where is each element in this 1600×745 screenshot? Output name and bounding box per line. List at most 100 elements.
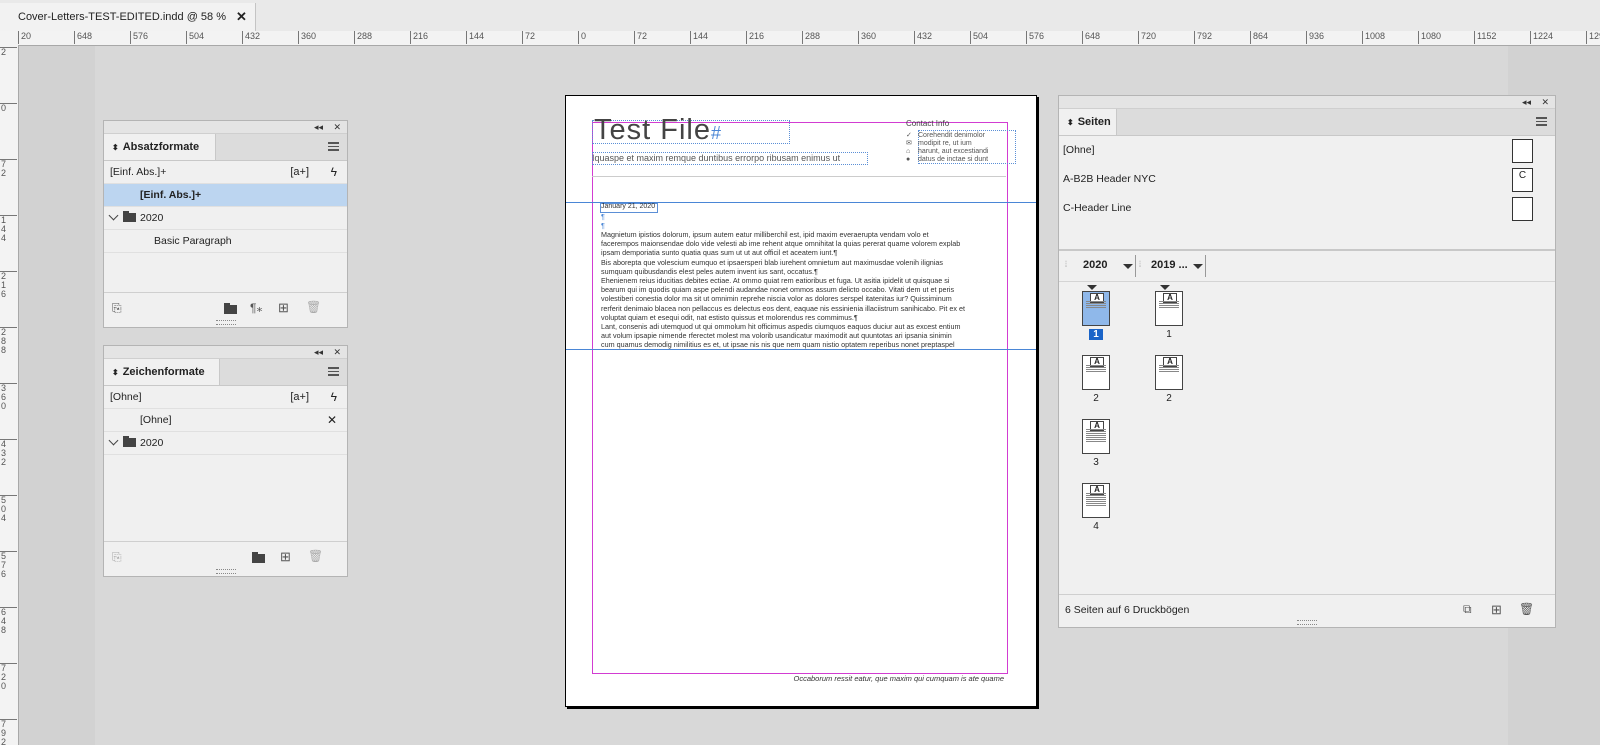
page-thumbnail[interactable]: A [1082,291,1110,326]
panel-menu-icon[interactable] [328,367,339,376]
panel-menu-icon[interactable] [1536,117,1547,126]
load-styles-icon[interactable]: ⎘ [112,550,122,565]
close-tab-icon[interactable]: ✕ [236,9,247,25]
master-item[interactable]: C-Header Line [1059,194,1555,223]
new-style-override-button[interactable]: [a+] [290,161,309,183]
ruler-tick-label: 0 [578,31,586,44]
ruler-tick-label: 576 [0,551,17,579]
dropdown-arrow-icon[interactable] [1123,264,1133,269]
list-item[interactable]: [Einf. Abs.]+ [104,184,347,207]
new-group-folder-icon[interactable] [252,552,265,564]
collapse-panel-icon[interactable]: ◂◂ [1522,96,1531,108]
master-item[interactable]: [Ohne] [1059,136,1555,165]
close-panel-icon[interactable]: ✕ [333,121,341,133]
list-item-group[interactable]: 2020 [104,432,347,455]
ruler-tick-label: 648 [1082,31,1100,44]
new-style-icon[interactable]: ⊞ [280,549,291,565]
current-style-label: [Einf. Abs.]+ [110,166,167,178]
page-title: Test File# [594,114,722,146]
quick-apply-lightning-icon[interactable]: ϟ [331,386,337,408]
page-thumbnail[interactable]: A [1082,355,1110,390]
vertical-ruler[interactable]: 2 0 72 144 216 288 360 432 504 576 648 720 792 [0,45,19,745]
ruler-tick-label: 504 [0,495,17,523]
ruler-tick-label: 1080 [1418,31,1441,44]
list-item[interactable]: [Ohne] ✕ [104,409,347,432]
tab-zeichenformate[interactable]: ⬍ Zeichenformate [104,359,220,385]
tab-absatzformate[interactable]: ⬍ Absatzformate [104,134,216,160]
document-tab-bar: Cover-Letters-TEST-EDITED.indd @ 58 % ✕ [0,0,1600,32]
section-2019-label[interactable]: 2019 ... [1151,259,1188,271]
tab-seiten[interactable]: ⬍ Seiten [1059,109,1117,135]
page-number-label: 2 [1093,393,1099,404]
current-style-row: [Einf. Abs.]+ [a+] ϟ [104,161,347,184]
resize-grip[interactable] [215,320,236,325]
master-thumbnail[interactable] [1512,139,1533,163]
section-2020-label[interactable]: 2020 [1083,259,1107,271]
delete-trash-icon[interactable]: 🗑 [308,549,323,563]
ruler-tick-label: 216 [0,271,17,299]
quick-apply-lightning-icon[interactable]: ϟ [331,161,337,183]
ruler-tick-label: 504 [970,31,988,44]
collapse-panel-icon[interactable]: ◂◂ [314,121,323,133]
master-thumbnail[interactable] [1512,197,1533,221]
spread-marker-icon [1160,285,1170,290]
letter-body[interactable]: Magnietum ipistios dolorum, ipsum autem … [601,230,1001,350]
page-thumbnail[interactable]: A [1155,355,1183,390]
new-page-icon[interactable]: ⊞ [1491,602,1502,618]
ruler-tick-label: 72 [0,159,17,178]
new-style-icon[interactable]: ⊞ [278,300,289,316]
master-item[interactable]: A-B2B Header NYC C [1059,165,1555,194]
letter-date: January 21, 2020 [601,203,656,210]
document-page[interactable]: Test File# Iquaspe et maxim remque dunti… [565,95,1037,707]
close-panel-icon[interactable]: ✕ [1541,96,1549,108]
ruler-tick-label: 648 [74,31,92,44]
chevron-down-icon[interactable] [108,210,119,221]
ruler-tick-label: 432 [242,31,260,44]
guide-line-bottom[interactable] [566,349,1036,350]
horizontal-ruler[interactable]: 20 648 576 504 432 360 288 216 144 72 0 72 144 216 288… [0,31,1600,46]
ruler-tick-label: 648 [0,607,17,635]
body-line: Magnietum ipistios dolorum, ipsum autem … [601,230,929,239]
panel-menu-icon[interactable] [328,142,339,151]
page-thumbnail[interactable]: A [1155,291,1183,326]
master-thumbnail[interactable]: C [1512,168,1533,192]
grip-icon: ⦙ [1139,259,1142,269]
close-panel-icon[interactable]: ✕ [333,346,341,358]
dropdown-arrow-icon[interactable] [1193,264,1203,269]
current-style-row: [Ohne] [a+] ϟ [104,386,347,409]
ruler-tick-label: 864 [1250,31,1268,44]
load-styles-icon[interactable]: ⎘ [112,301,122,316]
ruler-tick-label: 0 [0,103,17,113]
ruler-tick-label: 216 [410,31,428,44]
list-item[interactable]: Basic Paragraph [104,230,347,253]
delete-trash-icon[interactable]: 🗑 [306,300,321,314]
clear-overrides-icon[interactable]: ¶⁎ [250,301,262,315]
ruler-tick-label: 792 [1194,31,1212,44]
ruler-tick-label: 20 [18,31,31,44]
panel-header-strip: ◂◂ ✕ [104,121,347,134]
list-item-group[interactable]: 2020 [104,207,347,230]
page-thumbnail[interactable]: A [1082,483,1110,518]
ruler-tick-label: 360 [858,31,876,44]
page-thumbnail[interactable]: A [1082,419,1110,454]
resize-grip[interactable] [1297,620,1317,625]
delete-trash-icon[interactable]: 🗑 [1519,602,1534,616]
chevron-down-icon[interactable] [108,435,119,446]
panel-bottom-bar: 6 Seiten auf 6 Druckbögen ⧉ ⊞ 🗑 [1059,594,1555,627]
ruler-tick-label: 432 [0,439,17,467]
collapse-panel-icon[interactable]: ◂◂ [314,346,323,358]
new-style-override-button[interactable]: [a+] [290,386,309,408]
pages-panel: ◂◂ ✕ ⬍ Seiten [Ohne] A-B2B Header NYC C C… [1058,95,1556,628]
document-tab[interactable]: Cover-Letters-TEST-EDITED.indd @ 58 % ✕ [0,3,256,31]
page-size-icon[interactable]: ⧉ [1463,602,1472,617]
folder-icon [123,210,136,222]
subtitle-frame[interactable] [592,152,868,165]
new-group-folder-icon[interactable] [224,303,237,315]
ruler-tick-label: 360 [0,383,17,411]
panel-tabbar: ⬍ Absatzformate [104,134,347,161]
tab-updown-icon: ⬍ [112,143,119,152]
resize-grip[interactable] [215,569,236,574]
ruler-tick-label: 576 [130,31,148,44]
page-number-label: 1 [1082,329,1110,340]
panel-bottom-bar: ⎘ ⊞ 🗑 [104,541,347,576]
